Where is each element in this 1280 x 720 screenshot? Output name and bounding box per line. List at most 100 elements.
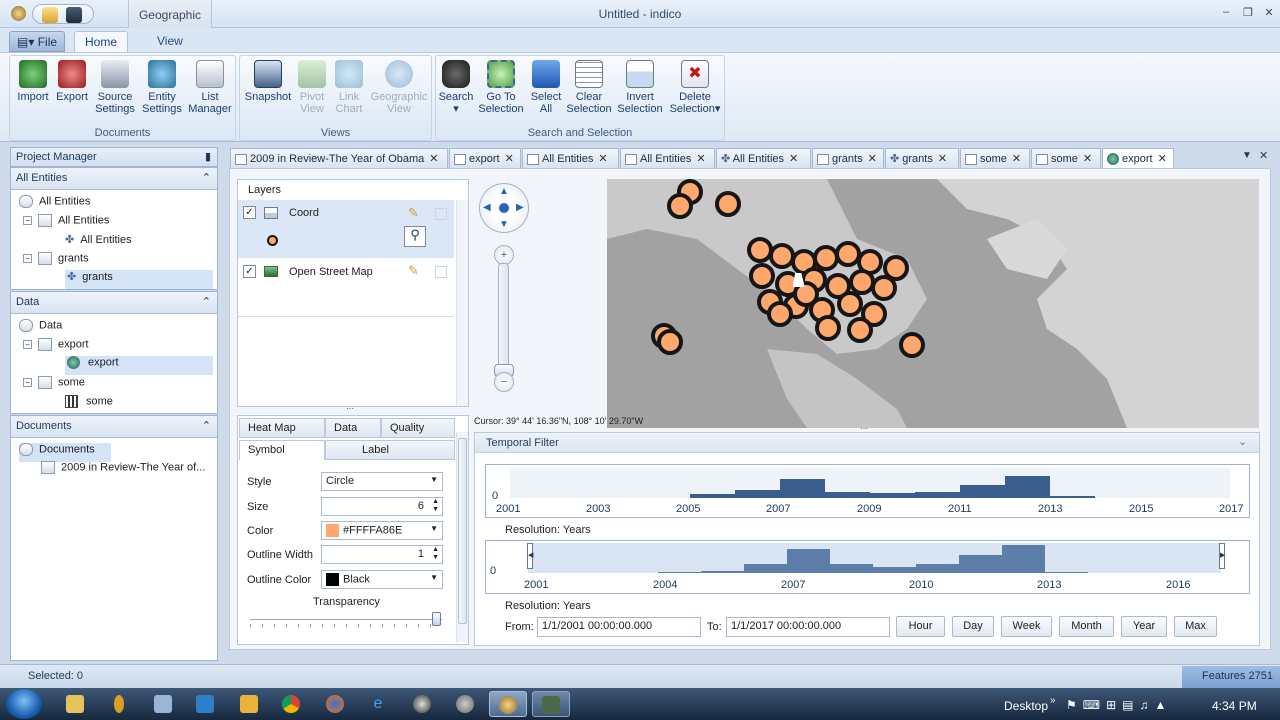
collapse-chevron-icon[interactable]: ⌃ xyxy=(202,295,211,308)
zoom-out-button[interactable]: − xyxy=(494,372,514,392)
go-to-selection-button[interactable]: Go To Selection xyxy=(476,60,526,115)
all-entities-header[interactable]: All Entities ⌃ xyxy=(11,168,217,190)
layer-osm-checkbox[interactable]: ✓ xyxy=(243,265,256,278)
map-point[interactable] xyxy=(871,275,897,301)
close-icon[interactable]: ✕ xyxy=(1012,153,1021,165)
size-stepper[interactable]: 6 ▲ ▼ xyxy=(321,497,443,516)
pencil-icon[interactable]: ✎ xyxy=(408,205,419,221)
doc-tab-export[interactable]: export ✕ xyxy=(449,148,521,168)
pan-down-icon[interactable]: ▼ xyxy=(499,219,509,230)
tree-item-export-table[interactable]: − export xyxy=(23,338,89,357)
outline-color-picker[interactable]: Black ▼ xyxy=(321,570,443,589)
taskbar-app-9[interactable] xyxy=(407,691,437,717)
to-date-input[interactable]: 1/1/2017 00:00:00.000 xyxy=(726,617,890,637)
snapshot-button[interactable]: Snapshot xyxy=(242,60,294,103)
entity-settings-button[interactable]: Entity Settings xyxy=(140,60,184,115)
toolbar-overflow-icon[interactable]: » xyxy=(1050,695,1056,706)
tab-symbol[interactable]: Symbol xyxy=(239,440,325,460)
timeline-detail-chart[interactable]: ◀ ▶ 0 2001 2004 2007 2010 2013 2016 xyxy=(485,540,1250,594)
tab-quality[interactable]: Quality xyxy=(381,418,455,438)
close-icon[interactable]: ✕ xyxy=(1158,153,1167,165)
doc-tab-all-entities-2[interactable]: All Entities ✕ xyxy=(620,148,715,168)
spin-icon[interactable]: ▲ ▼ xyxy=(432,546,439,562)
range-right-handle[interactable]: ▶ xyxy=(1219,543,1225,569)
map-point[interactable] xyxy=(667,193,693,219)
doc-tab-review[interactable]: 2009 in Review-The Year of Obama ✕ xyxy=(230,148,448,168)
map-canvas[interactable] xyxy=(607,179,1259,428)
clear-selection-button[interactable]: Clear Selection xyxy=(566,60,612,115)
tab-data[interactable]: Data xyxy=(325,418,381,438)
expand-icon[interactable]: − xyxy=(23,254,32,263)
from-date-input[interactable]: 1/1/2001 00:00:00.000 xyxy=(537,617,701,637)
export-button[interactable]: Export xyxy=(52,60,92,103)
day-button[interactable]: Day xyxy=(952,616,994,637)
transparency-thumb[interactable] xyxy=(432,612,441,626)
close-icon[interactable]: ✕ xyxy=(696,153,705,165)
doc-tab-all-entities-1[interactable]: All Entities ✕ xyxy=(522,148,619,168)
layer-coord-extra[interactable] xyxy=(435,208,447,220)
month-button[interactable]: Month xyxy=(1059,616,1114,637)
expand-icon[interactable]: − xyxy=(23,378,32,387)
color-picker[interactable]: #FFFFA86E ▼ xyxy=(321,521,443,540)
outline-width-stepper[interactable]: 1 ▲ ▼ xyxy=(321,545,443,564)
taskbar-app-2[interactable] xyxy=(104,691,134,717)
select-all-button[interactable]: Select All xyxy=(526,60,566,115)
taskbar-indico-active[interactable] xyxy=(489,691,527,717)
documents-header[interactable]: Documents ⌃ xyxy=(11,416,217,438)
doc-tab-export-map[interactable]: export ✕ xyxy=(1102,148,1174,168)
map-point[interactable] xyxy=(847,317,873,343)
tree-item-all-entities-root[interactable]: All Entities xyxy=(19,195,90,214)
layer-osm-extra[interactable] xyxy=(435,266,447,278)
doc-tab-some-1[interactable]: some ✕ xyxy=(960,148,1030,168)
tree-item-all-entities-table[interactable]: − All Entities xyxy=(23,214,109,233)
pan-center-icon[interactable] xyxy=(499,203,509,213)
tree-item-documents-root[interactable]: Documents xyxy=(19,443,111,462)
zoom-slider-track[interactable] xyxy=(498,263,509,373)
layers-scrollbar[interactable] xyxy=(456,200,468,406)
taskbar-chrome[interactable] xyxy=(276,691,306,717)
close-button[interactable]: ✕ xyxy=(1261,6,1277,20)
pan-control[interactable]: ▲ ▼ ◀ ▶ xyxy=(479,183,529,233)
doc-tab-all-entities-3[interactable]: ✤ All Entities ✕ xyxy=(716,148,811,168)
delete-selection-button[interactable]: ✖ Delete Selection▾ xyxy=(668,60,722,115)
taskbar-ie[interactable]: e xyxy=(363,691,393,717)
temporal-filter-header[interactable] xyxy=(475,433,1259,453)
desktop-toolbar-label[interactable]: Desktop xyxy=(1004,699,1048,713)
scrollbar-thumb[interactable] xyxy=(458,438,467,624)
search-button[interactable]: Search ▾ xyxy=(436,60,476,115)
doc-tab-grants-2[interactable]: ✤ grants ✕ xyxy=(885,148,959,168)
close-icon[interactable]: ✕ xyxy=(505,153,514,165)
collapse-chevron-icon[interactable]: ⌄ xyxy=(1238,435,1247,448)
map-point[interactable] xyxy=(767,301,793,327)
taskbar-app-3[interactable] xyxy=(148,691,178,717)
zoom-in-button[interactable]: + xyxy=(494,245,514,265)
map-point[interactable] xyxy=(899,332,925,358)
taskbar-app-12[interactable] xyxy=(532,691,570,717)
minimize-button[interactable]: – xyxy=(1218,6,1234,20)
pin-icon[interactable]: ▮ xyxy=(205,150,211,163)
close-icon[interactable]: ✕ xyxy=(598,153,607,165)
tree-item-document[interactable]: 2009 in Review-The Year of... xyxy=(41,461,205,480)
link-chart-button[interactable]: Link Chart xyxy=(330,60,368,115)
layer-coord-checkbox[interactable]: ✓ xyxy=(243,206,256,219)
tree-item-export-view[interactable]: export xyxy=(65,356,213,375)
restore-button[interactable]: ❐ xyxy=(1240,6,1256,20)
close-icon[interactable]: ✕ xyxy=(429,153,438,165)
close-icon[interactable]: ✕ xyxy=(938,153,947,165)
taskbar-app-5[interactable] xyxy=(234,691,264,717)
list-manager-button[interactable]: List Manager xyxy=(186,60,234,115)
expand-icon[interactable]: − xyxy=(23,216,32,225)
tray-icons[interactable]: ⚑⌨⊞▤♫▲ xyxy=(1066,698,1172,712)
tab-view[interactable]: View xyxy=(147,31,193,52)
data-header[interactable]: Data ⌃ xyxy=(11,292,217,314)
hour-button[interactable]: Hour xyxy=(896,616,945,637)
tree-item-some-view[interactable]: some xyxy=(65,395,113,414)
start-button[interactable] xyxy=(6,689,42,719)
style-select[interactable]: Circle ▼ xyxy=(321,472,443,491)
week-button[interactable]: Week xyxy=(1001,616,1052,637)
map-point[interactable] xyxy=(815,315,841,341)
tab-list-dropdown-icon[interactable]: ▼ xyxy=(1242,150,1252,161)
doc-tab-some-2[interactable]: some ✕ xyxy=(1031,148,1101,168)
zoom-to-layer-icon[interactable]: ⚲ xyxy=(404,226,426,247)
map-point[interactable] xyxy=(715,191,741,217)
